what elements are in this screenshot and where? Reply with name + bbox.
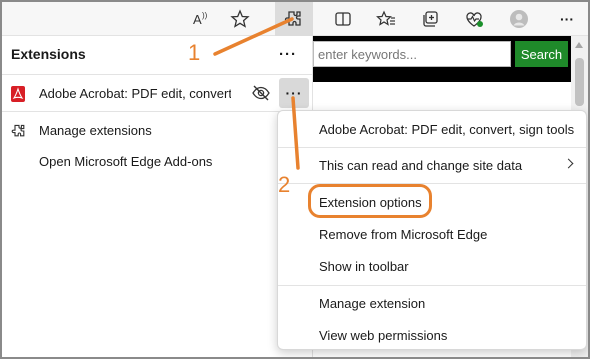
extension-name: Adobe Acrobat: PDF edit, convert,... bbox=[39, 86, 231, 101]
menu-item-web-permissions[interactable]: View web permissions bbox=[278, 320, 586, 350]
page-header: enter keywords... Search bbox=[313, 36, 588, 82]
scroll-up-arrow-icon[interactable] bbox=[575, 42, 583, 48]
split-screen-icon[interactable] bbox=[329, 5, 357, 33]
browser-toolbar: A)) ··· bbox=[2, 2, 588, 36]
puzzle-icon bbox=[11, 124, 25, 137]
extensions-icon[interactable] bbox=[275, 2, 313, 36]
menu-item-site-access[interactable]: This can read and change site data bbox=[278, 150, 586, 180]
favorite-star-icon[interactable] bbox=[226, 5, 254, 33]
menu-item-extension-name[interactable]: Adobe Acrobat: PDF edit, convert, sign t… bbox=[278, 114, 586, 144]
menu-item-remove[interactable]: Remove from Microsoft Edge bbox=[278, 219, 586, 249]
svg-text:A: A bbox=[193, 12, 202, 27]
extension-row[interactable]: Adobe Acrobat: PDF edit, convert,... ··· bbox=[2, 75, 312, 111]
menu-item-label: View web permissions bbox=[319, 327, 448, 343]
adobe-acrobat-icon bbox=[11, 86, 25, 102]
manage-extensions-link[interactable]: Manage extensions bbox=[2, 115, 272, 145]
open-addons-link[interactable]: Open Microsoft Edge Add-ons bbox=[39, 154, 212, 169]
divider bbox=[278, 285, 586, 286]
step-1-label: 1 bbox=[188, 40, 201, 65]
search-input[interactable]: enter keywords... bbox=[313, 41, 511, 67]
divider bbox=[278, 147, 586, 148]
menu-item-label: Remove from Microsoft Edge bbox=[319, 226, 488, 242]
menu-item-manage-extension[interactable]: Manage extension bbox=[278, 288, 586, 318]
manage-extensions-label: Manage extensions bbox=[39, 123, 152, 138]
chevron-right-icon bbox=[563, 158, 574, 169]
search-button[interactable]: Search bbox=[515, 41, 568, 67]
extension-more-button[interactable]: ··· bbox=[279, 78, 309, 108]
step-2-label: 2 bbox=[278, 172, 291, 197]
collections-icon[interactable] bbox=[416, 5, 444, 33]
profile-icon[interactable] bbox=[505, 5, 533, 33]
scroll-thumb[interactable] bbox=[575, 58, 584, 106]
screenshot-frame: A)) ··· enter keywords... Search Extensi… bbox=[0, 0, 590, 359]
extension-context-menu: Adobe Acrobat: PDF edit, convert, sign t… bbox=[277, 110, 587, 350]
divider bbox=[2, 111, 312, 112]
extensions-panel: Extensions ··· Adobe Acrobat: PDF edit, … bbox=[2, 36, 313, 357]
menu-item-label: Show in toolbar bbox=[319, 258, 409, 274]
hidden-eye-icon[interactable] bbox=[251, 84, 271, 102]
extension-options-highlight bbox=[308, 184, 432, 218]
read-aloud-icon[interactable]: A)) bbox=[187, 5, 215, 33]
panel-title: Extensions bbox=[11, 46, 86, 62]
favorites-icon[interactable] bbox=[372, 5, 400, 33]
panel-more-button[interactable]: ··· bbox=[274, 42, 302, 66]
menu-item-show-in-toolbar[interactable]: Show in toolbar bbox=[278, 251, 586, 281]
menu-item-label: Adobe Acrobat: PDF edit, convert, sign t… bbox=[319, 121, 575, 137]
menu-item-label: This can read and change site data bbox=[319, 157, 523, 173]
svg-text:)): )) bbox=[202, 11, 208, 20]
more-icon[interactable]: ··· bbox=[553, 5, 581, 33]
performance-heart-icon[interactable] bbox=[460, 5, 488, 33]
menu-item-label: Manage extension bbox=[319, 295, 426, 311]
